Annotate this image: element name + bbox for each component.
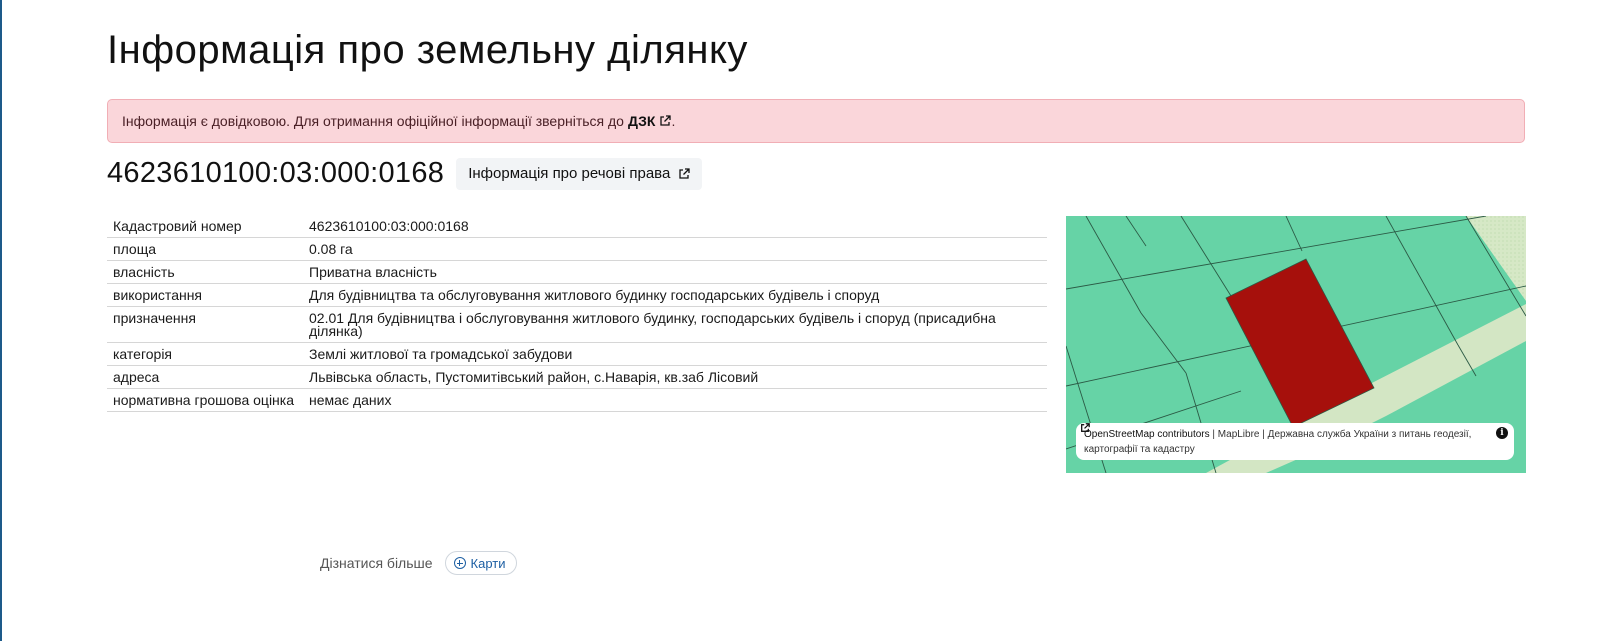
left-edge-bar — [0, 0, 2, 641]
row-value: Львівська область, Пустомитівський район… — [303, 365, 1047, 389]
external-link-icon — [660, 115, 672, 126]
property-rights-button[interactable]: Інформація про речові права — [456, 157, 703, 190]
table-row: власність Приватна власність — [107, 260, 1047, 284]
row-value: Для будівництва та обслуговування житлов… — [303, 283, 1047, 307]
row-label: площа — [107, 237, 303, 261]
row-label: нормативна грошова оцінка — [107, 388, 303, 412]
table-row: нормативна грошова оцінка немає даних — [107, 388, 1047, 412]
row-label: Кадастровий номер — [107, 215, 303, 238]
parcel-info-table: Кадастровий номер 4623610100:03:000:0168 … — [107, 215, 1047, 412]
plus-circle-icon — [453, 557, 466, 569]
maps-link-label: Карти — [470, 555, 506, 571]
cadastral-number-heading: 4623610100:03:000:0168 — [107, 157, 445, 189]
row-label: адреса — [107, 365, 303, 389]
maps-link-button[interactable]: Карти — [444, 551, 517, 575]
table-row: адреса Львівська область, Пустомитівський… — [107, 365, 1047, 389]
row-label: категорія — [107, 342, 303, 366]
row-value: немає даних — [303, 388, 1047, 412]
row-value: Приватна власність — [303, 260, 1047, 284]
learn-more-section: Дізнатися більше Карти — [320, 551, 517, 575]
table-row: Кадастровий номер 4623610100:03:000:0168 — [107, 215, 1047, 238]
row-value: 4623610100:03:000:0168 — [303, 215, 1047, 238]
reference-info-alert: Інформація є довідковою. Для отримання о… — [107, 99, 1525, 143]
table-row: призначення 02.01 Для будівництва і обслу… — [107, 306, 1047, 343]
row-label: призначення — [107, 306, 303, 343]
external-link-icon — [679, 167, 690, 179]
row-label: власність — [107, 260, 303, 284]
alert-text: Інформація є довідковою. Для отримання о… — [122, 113, 624, 129]
row-value: Землі житлової та громадської забудови — [303, 342, 1047, 366]
parcel-map[interactable]: OpenStreetMap contributors | MapLibre | … — [1066, 216, 1526, 473]
maplibre-label: MapLibre — [1217, 429, 1260, 440]
table-row: категорія Землі житлової та громадської з… — [107, 342, 1047, 366]
maplibre-link[interactable]: MapLibre — [1081, 423, 1260, 440]
dzk-link[interactable]: ДЗК — [627, 113, 672, 129]
external-link-icon — [1081, 423, 1090, 432]
parcel-heading: 4623610100:03:000:0168 Інформація про ре… — [107, 157, 703, 190]
info-icon[interactable]: i — [1496, 427, 1508, 439]
dzk-link-label: ДЗК — [627, 113, 656, 129]
row-value: 02.01 Для будівництва і обслуговування ж… — [303, 306, 1047, 343]
row-label: використання — [107, 283, 303, 307]
learn-more-label: Дізнатися більше — [320, 555, 433, 571]
row-value: 0.08 га — [303, 237, 1047, 261]
table-row: площа 0.08 га — [107, 237, 1047, 261]
table-row: використання Для будівництва та обслугову… — [107, 283, 1047, 307]
map-attribution: OpenStreetMap contributors | MapLibre | … — [1076, 423, 1514, 460]
osm-contributors-link[interactable]: OpenStreetMap contributors — [1084, 429, 1210, 440]
attribution-separator: | — [1212, 429, 1216, 440]
property-rights-label: Інформація про речові права — [468, 165, 671, 182]
page-title: Інформація про земельну ділянку — [107, 28, 748, 72]
alert-suffix: . — [671, 113, 676, 129]
attribution-separator: | — [1262, 429, 1265, 440]
